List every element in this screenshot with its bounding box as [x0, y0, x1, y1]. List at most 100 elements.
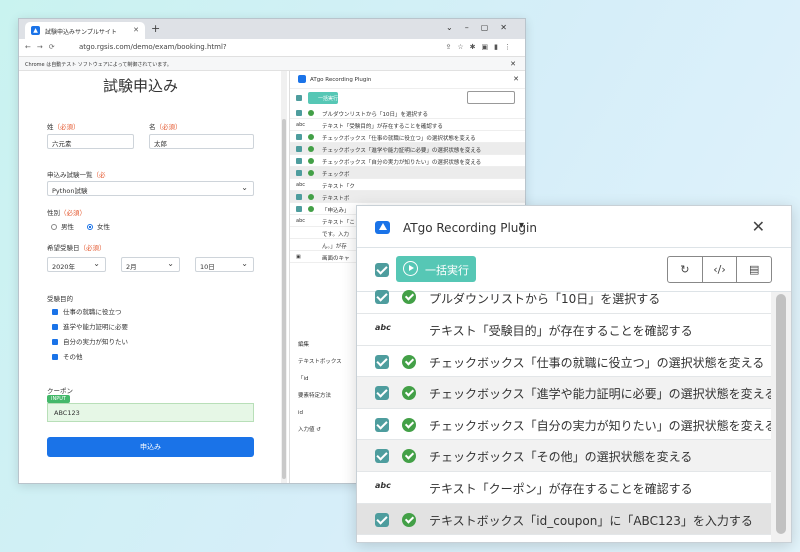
window-controls[interactable]: ⌄–▢✕	[446, 23, 519, 32]
step-checkbox[interactable]	[375, 386, 389, 401]
purpose-checkbox-3[interactable]: 自分の実力が知りたい	[52, 336, 128, 346]
step-text: テキストボックス「id_coupon」に「ABC123」を入力する	[429, 513, 753, 528]
purpose-checkbox-2[interactable]: 進学や能力証明に必要	[52, 321, 128, 331]
mini-plugin-title: ATgo Recording Plugin	[310, 77, 372, 83]
exam-select[interactable]: Python試験	[47, 181, 254, 196]
edit-id-label: id	[298, 410, 304, 416]
run-all-button[interactable]: 一括実行	[396, 256, 476, 282]
mini-toolbar: 一括実行	[290, 89, 525, 107]
plugin-toolbar: 一括実行 ↻ ‹/› ▤	[357, 248, 791, 292]
nav-buttons[interactable]: ←→⟳	[25, 43, 61, 51]
gender-label: 性別（必須）	[47, 209, 86, 217]
select-all-checkbox[interactable]	[375, 263, 389, 277]
tab-close-icon[interactable]: ✕	[133, 26, 139, 34]
exam-list-label: 申込み試験一覧（必	[47, 171, 106, 179]
step-list-scrollbar[interactable]	[771, 292, 791, 542]
mini-step-row[interactable]: abc テキスト「ク	[290, 179, 525, 191]
day-select[interactable]: 10日	[195, 257, 254, 272]
form-scrollbar[interactable]	[281, 71, 287, 483]
year-select[interactable]: 2020年	[47, 257, 106, 272]
step-text: テキスト「クーポン」が存在することを確認する	[429, 481, 693, 496]
first-name-label: 名（必須）	[149, 123, 182, 131]
mini-step-row[interactable]: ブルダウンリストから「10日」を選択する	[290, 107, 525, 119]
step-row[interactable]: プルダウンリストから「10日」を選択する	[357, 290, 791, 314]
exam-form: 試験申込み 姓（必須） 名（必須） 六元素 太郎 申込み試験一覧（必 Pytho…	[19, 71, 281, 483]
atgo-logo-icon	[298, 75, 306, 83]
step-checkbox[interactable]	[375, 512, 389, 527]
site-favicon-icon: ▲	[31, 26, 40, 35]
run-all-label: 一括実行	[425, 264, 469, 277]
page-title: 試験申込み	[103, 77, 179, 95]
infobar-close-icon[interactable]: ✕	[510, 60, 516, 68]
first-name-input[interactable]: 太郎	[149, 134, 254, 149]
step-text: テキスト「受験目的」が存在することを確認する	[429, 324, 693, 338]
mini-step-row[interactable]: テキストボ	[290, 191, 525, 203]
last-name-input[interactable]: 六元素	[47, 134, 134, 149]
step-checkbox[interactable]	[375, 449, 389, 464]
step-row[interactable]: チェックボックス「自分の実力が知りたい」の選択状態を変える	[357, 409, 791, 441]
success-check-icon	[402, 512, 416, 527]
step-list: プルダウンリストから「10日」を選択する abc テキスト「受験目的」が存在する…	[357, 290, 791, 536]
tab-strip: ▲ 試験申込みサンプルサイト ✕ + ⌄–▢✕	[19, 19, 525, 39]
text-check-icon: abc	[375, 323, 391, 332]
step-row[interactable]: チェックボックス「その他」の選択状態を変える	[357, 440, 791, 472]
text-check-icon: abc	[375, 480, 391, 490]
step-text: プルダウンリストから「10日」を選択する	[429, 292, 661, 306]
step-checkbox[interactable]	[375, 417, 389, 432]
month-select[interactable]: 2月	[121, 257, 180, 272]
success-check-icon	[402, 354, 416, 369]
mini-step-row[interactable]: チェックボックス「進学や能力証明に必要」の選択状態を変える	[290, 143, 525, 155]
step-row[interactable]: チェックボックス「仕事の就職に役立つ」の選択状態を変える	[357, 346, 791, 378]
plugin-header: ATgo Recording Plugin ▾ ✕	[357, 206, 791, 248]
step-row[interactable]: チェックボックス「進学や能力証明に必要」の選択状態を変える	[357, 377, 791, 409]
tab-title: 試験申込みサンプルサイト	[45, 29, 117, 36]
step-text: チェックボックス「自分の実力が知りたい」の選択状態を変える	[429, 418, 777, 433]
new-tab-icon[interactable]: +	[151, 22, 160, 35]
mini-select-all-checkbox[interactable]	[296, 95, 302, 101]
refresh-icon[interactable]: ↻	[668, 257, 703, 282]
atgo-logo-icon	[375, 221, 390, 234]
coupon-label: クーポン	[47, 387, 73, 395]
step-checkbox[interactable]	[375, 354, 389, 369]
success-check-icon	[402, 449, 416, 464]
purpose-checkbox-1[interactable]: 仕事の就職に役立つ	[52, 306, 122, 316]
mini-close-icon[interactable]: ✕	[513, 75, 519, 83]
url-field[interactable]: atgo.rgsis.com/demo/exam/booking.html?	[79, 43, 227, 51]
date-label: 希望受験日（必須）	[47, 244, 106, 252]
mini-run-all-button[interactable]: 一括実行	[308, 92, 338, 104]
edit-target-label: テキストボックス「id	[298, 359, 342, 382]
mini-step-row[interactable]: チェックボ	[290, 167, 525, 179]
purpose-checkbox-4[interactable]: その他	[52, 351, 83, 361]
automation-infobar: Chrome は自動テスト ソフトウェアによって制御されています。 ✕	[19, 57, 525, 71]
toolbar-icons[interactable]: ⇪☆✱▣▮⋮	[446, 43, 517, 51]
save-icon[interactable]: ▤	[737, 257, 771, 282]
caret-down-icon[interactable]: ▾	[519, 220, 524, 231]
mini-step-row[interactable]: チェックボックス「自分の実力が知りたい」の選択状態を変える	[290, 155, 525, 167]
code-icon[interactable]: ‹/›	[703, 257, 738, 282]
submit-button[interactable]: 申込み	[47, 437, 254, 457]
mini-step-row[interactable]: abc テキスト「受験目的」が存在することを確認する	[290, 119, 525, 131]
success-check-icon	[402, 386, 416, 401]
play-icon	[403, 261, 418, 276]
step-text: チェックボックス「その他」の選択状態を変える	[429, 450, 693, 465]
gender-female-radio[interactable]: 女性	[87, 221, 110, 231]
coupon-input[interactable]: ABC123	[47, 403, 254, 422]
step-row[interactable]: abc テキスト「受験目的」が存在することを確認する	[357, 314, 791, 346]
last-name-label: 姓（必須）	[47, 123, 80, 131]
edit-heading: 編集	[298, 342, 310, 348]
mini-action-buttons[interactable]	[467, 91, 515, 104]
step-row[interactable]: テキストボックス「id_coupon」に「ABC123」を入力する	[357, 503, 791, 536]
address-bar: ←→⟳ atgo.rgsis.com/demo/exam/booking.htm…	[19, 39, 525, 57]
step-checkbox[interactable]	[375, 290, 389, 304]
mini-step-row[interactable]: チェックボックス「仕事の就職に役立つ」の選択状態を変える	[290, 131, 525, 143]
step-row[interactable]: abc テキスト「クーポン」が存在することを確認する	[357, 472, 791, 504]
step-text: チェックボックス「進学や能力証明に必要」の選択状態を変える	[429, 387, 777, 402]
close-icon[interactable]: ✕	[752, 217, 765, 236]
success-check-icon	[402, 417, 416, 432]
mini-plugin-header: ATgo Recording Plugin ✕	[290, 71, 525, 89]
infobar-text: Chrome は自動テスト ソフトウェアによって制御されています。	[25, 62, 172, 68]
edit-locator-label: 要素特定方法	[298, 393, 332, 399]
success-check-icon	[402, 290, 416, 304]
browser-tab[interactable]: ▲ 試験申込みサンプルサイト ✕	[25, 22, 145, 39]
gender-male-radio[interactable]: 男性	[51, 221, 74, 231]
